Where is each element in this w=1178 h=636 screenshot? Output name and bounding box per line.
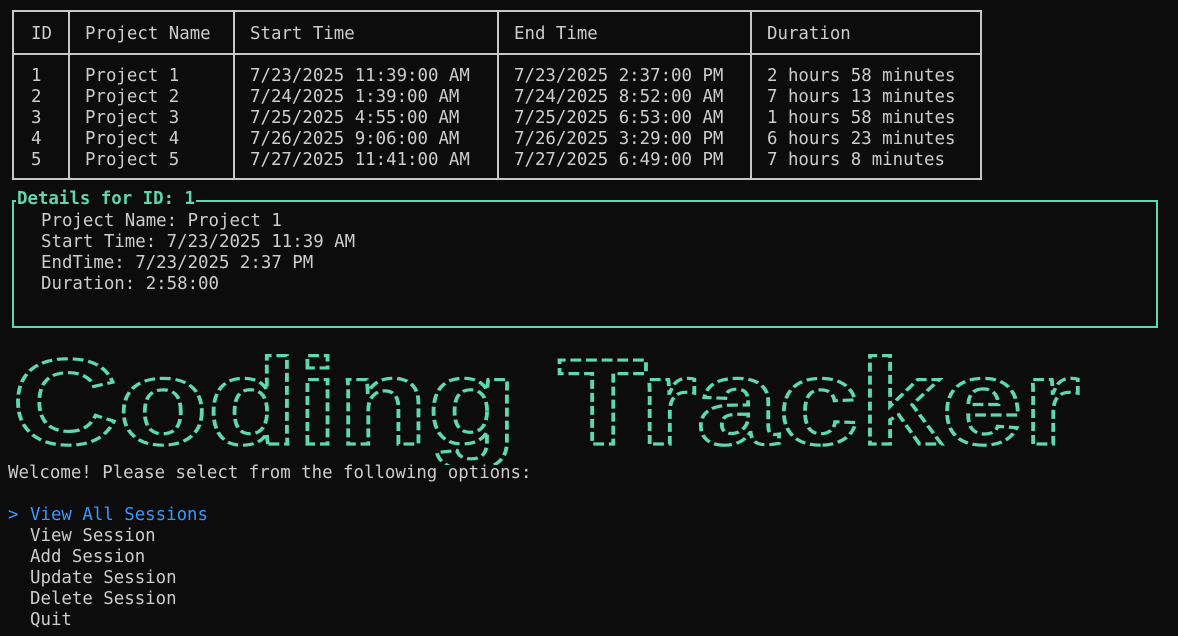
app-banner: Coding Tracker [8, 340, 1088, 465]
cell-start-time: 7/27/2025 11:41:00 AM [250, 150, 470, 170]
cell-project-name: Project 2 [85, 87, 180, 107]
menu-option-label: Add Session [30, 547, 146, 567]
column-header-end-time: End Time [514, 24, 598, 44]
column-divider [497, 12, 499, 178]
menu-option-view-all-sessions[interactable]: > View All Sessions [8, 505, 208, 525]
column-divider [68, 12, 70, 178]
cell-id: 1 [31, 66, 42, 86]
menu-option-add-session[interactable]: Add Session [8, 547, 145, 567]
banner-logo: Coding Tracker [10, 340, 1081, 465]
column-header-duration: Duration [767, 24, 851, 44]
cell-duration: 7 hours 8 minutes [767, 150, 945, 170]
details-end-time: EndTime: 7/23/2025 2:37 PM [41, 253, 314, 273]
menu-option-label: Update Session [30, 568, 177, 588]
cell-id: 4 [31, 129, 42, 149]
details-duration: Duration: 2:58:00 [41, 274, 219, 294]
column-divider [233, 12, 235, 178]
menu-option-delete-session[interactable]: Delete Session [8, 589, 177, 609]
cell-project-name: Project 4 [85, 129, 180, 149]
column-header-id: ID [31, 24, 52, 44]
column-divider [750, 12, 752, 178]
cell-id: 2 [31, 87, 42, 107]
cell-end-time: 7/27/2025 6:49:00 PM [514, 150, 724, 170]
column-header-project-name: Project Name [85, 24, 211, 44]
cell-end-time: 7/24/2025 8:52:00 AM [514, 87, 724, 107]
selection-pointer: > [8, 505, 19, 525]
cell-start-time: 7/25/2025 4:55:00 AM [250, 108, 460, 128]
menu-option-label: Quit [30, 610, 72, 630]
cell-project-name: Project 5 [85, 150, 180, 170]
menu-prompt: Welcome! Please select from the followin… [8, 463, 532, 483]
menu-option-view-session[interactable]: View Session [8, 526, 156, 546]
cell-duration: 2 hours 58 minutes [767, 66, 956, 86]
cell-duration: 6 hours 23 minutes [767, 129, 956, 149]
menu-option-quit[interactable]: Quit [8, 610, 72, 630]
cell-id: 5 [31, 150, 42, 170]
cell-end-time: 7/25/2025 6:53:00 AM [514, 108, 724, 128]
cell-end-time: 7/23/2025 2:37:00 PM [514, 66, 724, 86]
column-header-start-time: Start Time [250, 24, 355, 44]
details-project-name: Project Name: Project 1 [41, 211, 282, 231]
menu-option-update-session[interactable]: Update Session [8, 568, 177, 588]
banner-text: Coding Tracker [12, 340, 1080, 465]
menu-option-label: View All Sessions [30, 505, 208, 525]
cell-project-name: Project 1 [85, 66, 180, 86]
menu-option-label: View Session [30, 526, 156, 546]
cell-start-time: 7/24/2025 1:39:00 AM [250, 87, 460, 107]
details-panel-title: Details for ID: 1 [16, 189, 196, 209]
cell-start-time: 7/23/2025 11:39:00 AM [250, 66, 470, 86]
cell-end-time: 7/26/2025 3:29:00 PM [514, 129, 724, 149]
sessions-table: ID Project Name Start Time End Time Dura… [12, 10, 982, 180]
details-start-time: Start Time: 7/23/2025 11:39 AM [41, 232, 356, 252]
cell-duration: 7 hours 13 minutes [767, 87, 956, 107]
cell-start-time: 7/26/2025 9:06:00 AM [250, 129, 460, 149]
header-divider [14, 53, 980, 55]
cell-duration: 1 hours 58 minutes [767, 108, 956, 128]
menu-option-label: Delete Session [30, 589, 177, 609]
cell-id: 3 [31, 108, 42, 128]
cell-project-name: Project 3 [85, 108, 180, 128]
